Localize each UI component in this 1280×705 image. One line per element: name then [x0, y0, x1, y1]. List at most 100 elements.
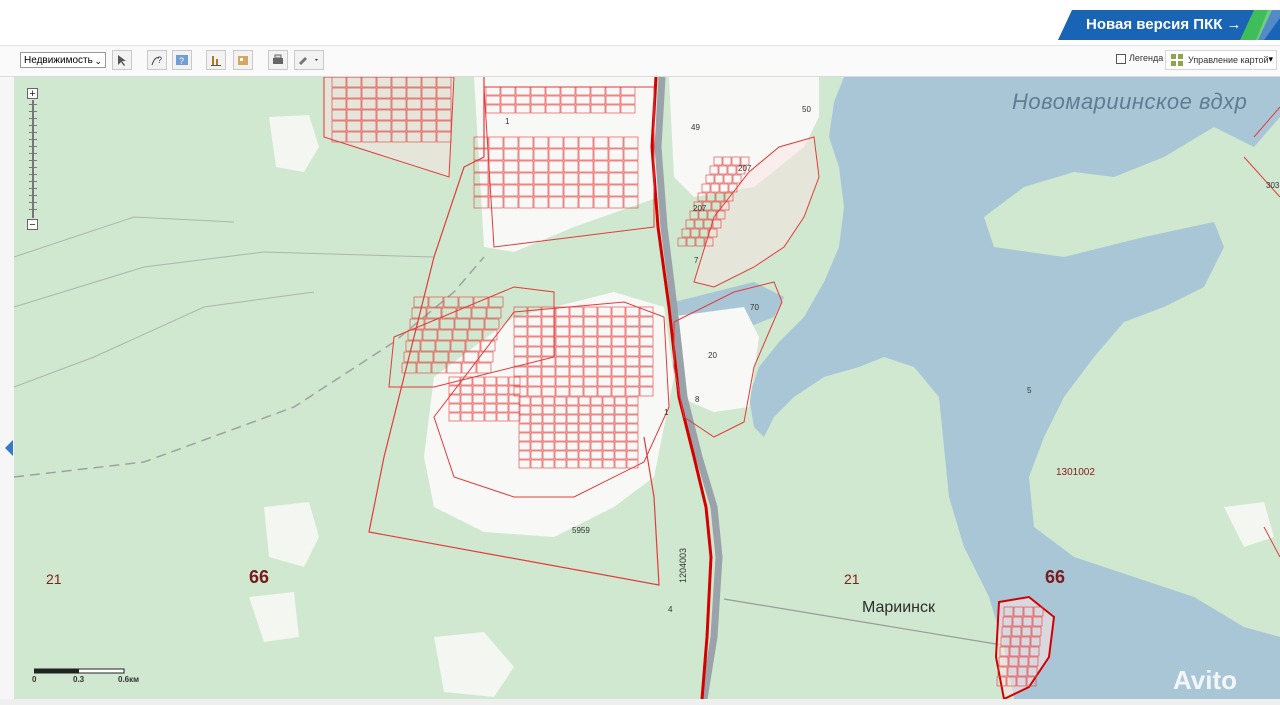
- parcel-cell: [418, 351, 434, 363]
- parcel-label: 50: [802, 105, 811, 114]
- parcel-cell: [486, 307, 502, 319]
- link-icon: [298, 56, 318, 66]
- parcel-label: 70: [750, 303, 759, 312]
- district-label: 21: [46, 571, 62, 587]
- parcel-label: 1: [664, 408, 669, 417]
- parcel-boundary-h: [1243, 106, 1280, 558]
- clearing-5: [1224, 502, 1274, 547]
- parcel-label: 1: [505, 117, 510, 126]
- print-icon: [273, 54, 283, 64]
- parcel-cell: [699, 228, 709, 238]
- map-control-dropdown[interactable]: Управление картой ▾: [1165, 50, 1277, 70]
- zoom-tick: [29, 188, 37, 189]
- parcel-cell: [484, 318, 500, 330]
- gray-line-2: [14, 291, 315, 388]
- parcel-label: 49: [691, 123, 700, 132]
- parcel-cell: [435, 340, 451, 352]
- legend-label: Легенда: [1129, 53, 1164, 63]
- parcel-cell: [420, 340, 436, 352]
- clearing-1: [269, 115, 319, 172]
- parcel-label: 8: [695, 395, 700, 404]
- grid-icon: [1171, 54, 1183, 66]
- side-panel-strip: [0, 77, 15, 699]
- parcel-label: 303: [1266, 181, 1280, 190]
- new-version-label: Новая версия ПКК →: [1086, 16, 1242, 33]
- settlement-fill-1: [474, 77, 659, 252]
- parcel-cell: [690, 228, 700, 238]
- layers-icon: [238, 56, 248, 65]
- district-label: 21: [844, 571, 860, 587]
- zoom-tick: [29, 104, 37, 105]
- parcel-cell: [452, 329, 468, 341]
- svg-text:?: ?: [179, 56, 184, 66]
- map-layer: [14, 77, 1280, 699]
- print-button[interactable]: [268, 50, 288, 70]
- parcel-cell: [695, 237, 705, 247]
- zoom-tick: [29, 181, 37, 182]
- gray-line-1: [14, 251, 435, 308]
- scale-label: 0.6км: [118, 675, 140, 684]
- legend-checkbox[interactable]: [1116, 54, 1126, 64]
- road-label: 1204003: [678, 547, 688, 583]
- watermark-logo: Avito: [1173, 665, 1237, 696]
- clearing-2: [264, 502, 319, 567]
- measure-button[interactable]: [206, 50, 226, 70]
- zoom-in-button[interactable]: +: [27, 88, 38, 100]
- parcel-label: 207: [738, 164, 752, 173]
- parcel-label: 5959: [572, 526, 590, 535]
- identify-button[interactable]: ?: [147, 50, 167, 70]
- parcel-label: 5: [1027, 386, 1032, 395]
- top-header: Новая версия ПКК →: [0, 0, 1280, 46]
- parcel-cell: [422, 329, 438, 341]
- parcel-cell: [715, 192, 725, 202]
- parcel-cell: [437, 329, 453, 341]
- parcel-label: 7: [694, 256, 699, 265]
- layers-button[interactable]: [233, 50, 253, 70]
- parcel-label: 20: [708, 351, 717, 360]
- select-pointer-icon: [118, 55, 126, 66]
- reservoir-label: Новомариинское вдхр: [1012, 89, 1248, 114]
- parcel-boundary-a: [323, 77, 455, 178]
- zoom-tick: [29, 160, 37, 161]
- dashed-boundary: [14, 256, 485, 478]
- parcel-cell: [416, 362, 432, 374]
- select-pointer-button[interactable]: [112, 50, 132, 70]
- zoom-tick: [29, 118, 37, 119]
- map-canvas[interactable]: Новомариинское вдхр Мариинск 66 66 21 21…: [14, 77, 1280, 699]
- zoom-tick: [29, 174, 37, 175]
- bottom-border: [0, 699, 1280, 705]
- parcel-cell: [443, 296, 459, 308]
- clearing-4: [434, 632, 514, 697]
- zoom-tick: [29, 195, 37, 196]
- layer-select[interactable]: Недвижимость ⌄: [20, 52, 106, 68]
- region-label: 66: [1045, 567, 1066, 587]
- measure-icon: [211, 56, 221, 66]
- parcel-cell: [488, 296, 504, 308]
- zoom-tick: [29, 167, 37, 168]
- zoom-tick: [29, 139, 37, 140]
- search-map-icon: ?: [176, 55, 188, 66]
- parcel-cell: [685, 219, 695, 229]
- clearing-3: [249, 592, 299, 642]
- scale-label: 0: [32, 675, 37, 684]
- new-version-button[interactable]: Новая версия ПКК →: [1058, 10, 1280, 40]
- parcel-cell: [413, 296, 429, 308]
- parcel-cell: [677, 237, 687, 247]
- town-label: Мариинск: [862, 599, 936, 616]
- zoom-tick: [29, 111, 37, 112]
- parcel-cell: [403, 351, 419, 363]
- search-map-button[interactable]: ?: [172, 50, 192, 70]
- parcel-cell: [471, 307, 487, 319]
- parcel-cell: [439, 318, 455, 330]
- chevron-down-icon: ⌄: [94, 56, 102, 66]
- parcel-cell: [433, 351, 449, 363]
- parcel-cell: [686, 237, 696, 247]
- parcel-cell: [681, 228, 691, 238]
- parcel-cell: [424, 318, 440, 330]
- parcel-cell: [711, 201, 721, 211]
- zoom-tick: [29, 202, 37, 203]
- link-button[interactable]: [294, 50, 324, 70]
- zoom-out-button[interactable]: −: [27, 219, 38, 231]
- chevron-down-icon: ▾: [1268, 54, 1273, 64]
- expand-panel-icon[interactable]: [5, 440, 13, 456]
